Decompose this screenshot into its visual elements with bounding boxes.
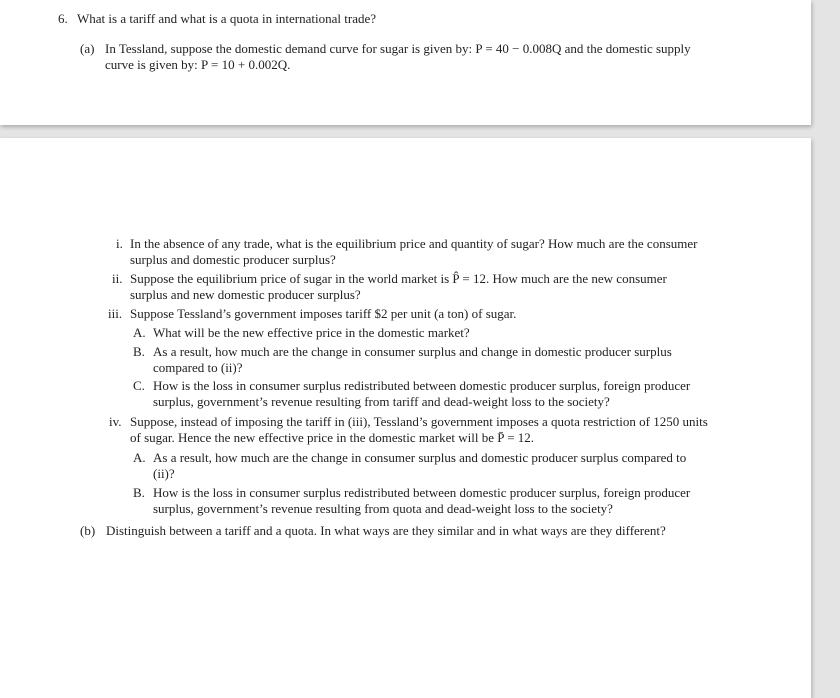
item-iii-line1: Suppose Tessland’s government imposes ta… xyxy=(130,306,517,321)
item-iv-label: iv. xyxy=(109,414,122,429)
item-iv-a-line1: As a result, how much are the change in … xyxy=(153,450,687,465)
item-iii-b-line1: As a result, how much are the change in … xyxy=(153,344,672,359)
part-b-text: Distinguish between a tariff and a quota… xyxy=(106,523,666,538)
item-iii-b-line2: compared to (ii)? xyxy=(153,360,243,375)
item-iii-c-label: C. xyxy=(133,378,145,393)
page-2: i. In the absence of any trade, what is … xyxy=(0,138,811,698)
item-i-line2: surplus and domestic producer surplus? xyxy=(130,252,336,267)
item-i-label: i. xyxy=(116,236,123,251)
item-iii-c-line2: surplus, government’s revenue resulting … xyxy=(153,394,610,409)
item-iv-a-label: A. xyxy=(133,450,146,465)
item-iii-a-label: A. xyxy=(133,325,146,340)
page-1: 6. What is a tariff and what is a quota … xyxy=(0,0,811,125)
question-number: 6. xyxy=(58,11,68,26)
item-iv-b-line2: surplus, government’s revenue resulting … xyxy=(153,501,613,516)
item-iii-c-line1: How is the loss in consumer surplus redi… xyxy=(153,378,691,393)
item-iv-line2: of sugar. Hence the new effective price … xyxy=(130,430,535,445)
item-i-line1: In the absence of any trade, what is the… xyxy=(130,236,698,251)
part-a-line1: In Tessland, suppose the domestic demand… xyxy=(105,41,691,56)
item-iii-label: iii. xyxy=(108,306,123,321)
item-iv-b-line1: How is the loss in consumer surplus redi… xyxy=(153,485,691,500)
item-iii-b-label: B. xyxy=(133,344,145,359)
part-a-label: (a) xyxy=(80,41,95,56)
item-iv-a-line2: (ii)? xyxy=(153,466,175,481)
item-ii-label: ii. xyxy=(112,271,123,286)
question-text: What is a tariff and what is a quota in … xyxy=(77,11,377,26)
item-iii-a-line1: What will be the new effective price in … xyxy=(153,325,470,340)
item-ii-line1: Suppose the equilibrium price of sugar i… xyxy=(130,271,667,286)
part-b-label: (b) xyxy=(80,523,96,538)
item-iv-b-label: B. xyxy=(133,485,145,500)
part-a-line2: curve is given by: P = 10 + 0.002Q. xyxy=(105,57,291,72)
item-iv-line1: Suppose, instead of imposing the tariff … xyxy=(130,414,708,429)
item-ii-line2: surplus and new domestic producer surplu… xyxy=(130,287,361,302)
